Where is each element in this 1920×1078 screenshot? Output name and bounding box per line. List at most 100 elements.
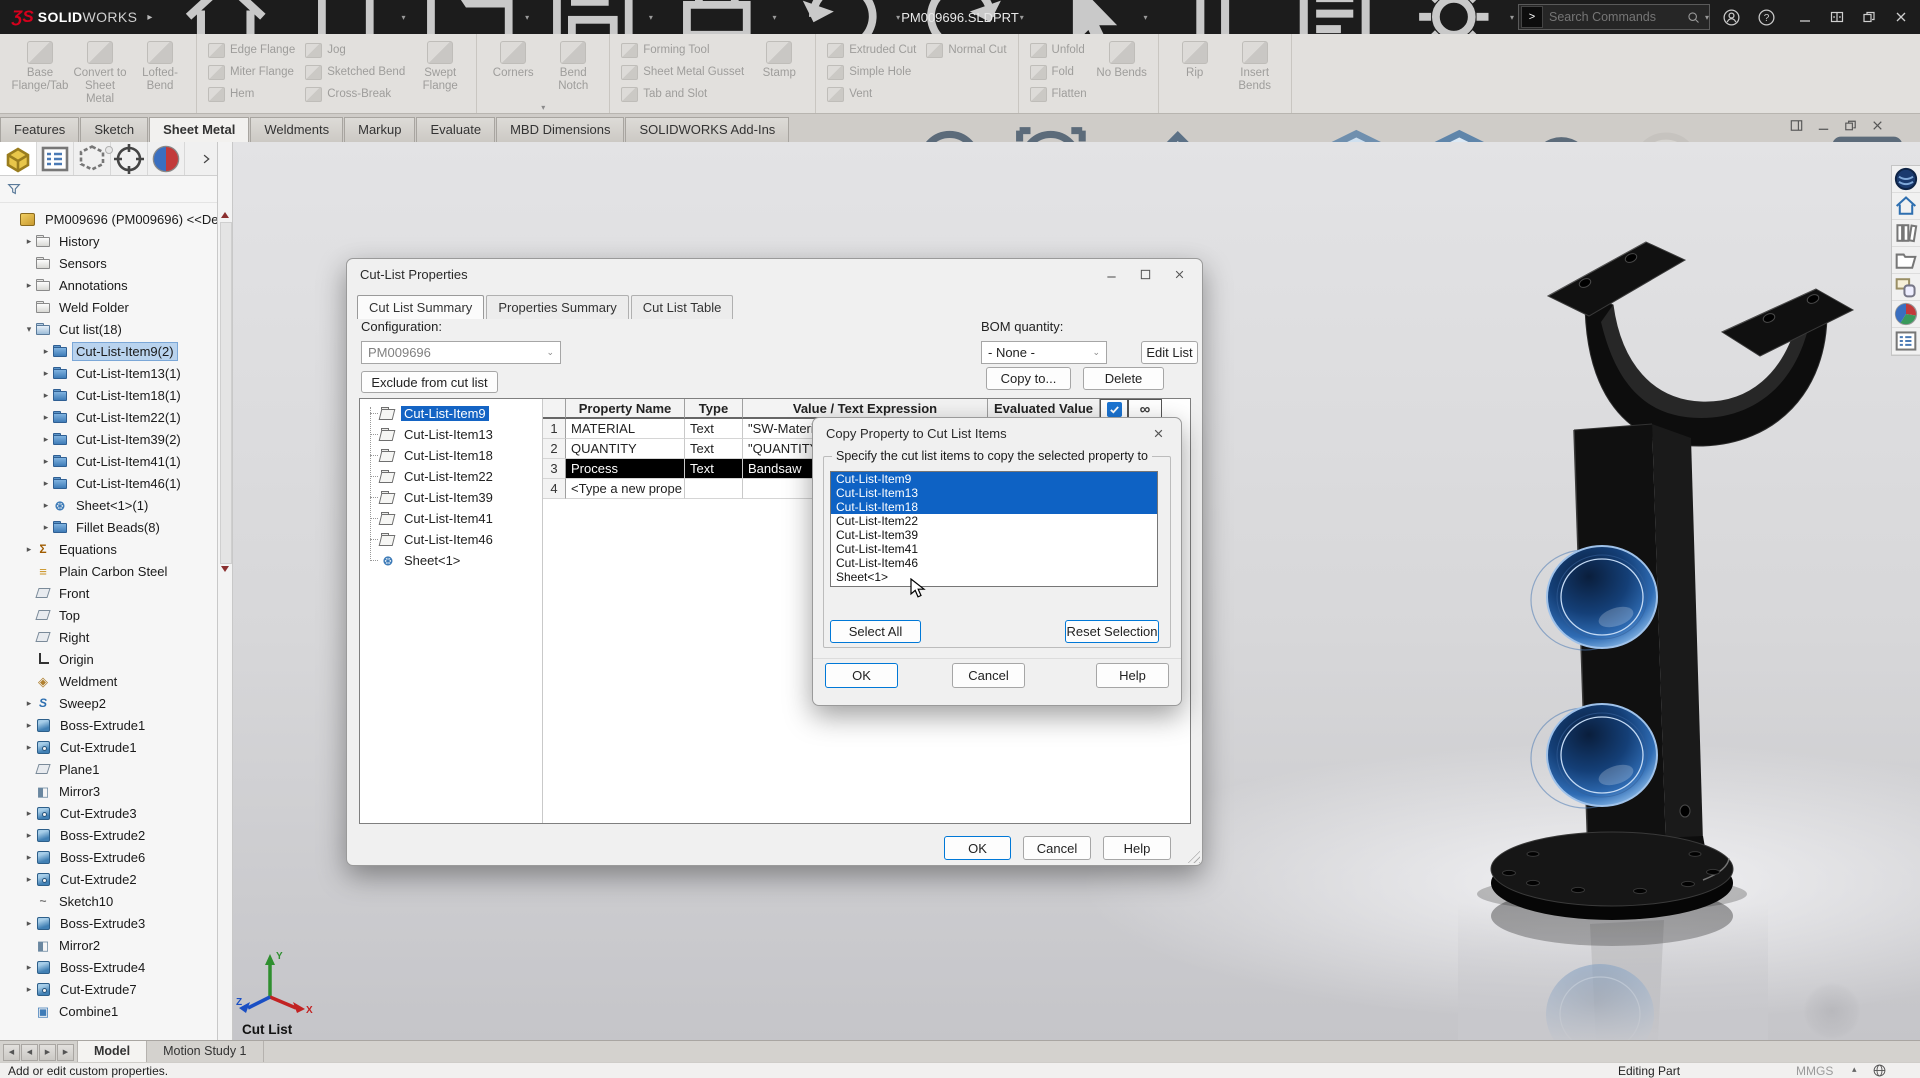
tree-item-equations[interactable]: ▸ΣEquations — [0, 538, 217, 560]
dialog-tree-item-cut-list-item13[interactable]: Cut-List-Item13 — [360, 424, 542, 445]
copy-dialog-cancel-button[interactable]: Cancel — [952, 663, 1025, 688]
dialog-tab-cut-list-table[interactable]: Cut List Table — [631, 295, 734, 319]
search-caret-icon[interactable]: ▾ — [1705, 13, 1709, 22]
delete-button[interactable]: Delete — [1083, 367, 1164, 390]
expand-arrow-icon[interactable]: ▸ — [23, 874, 35, 885]
tree-item-boss-extrude6[interactable]: ▸Boss-Extrude6 — [0, 846, 217, 868]
bom-quantity-dropdown[interactable]: - None -⌄ — [981, 341, 1107, 364]
close-document-icon[interactable] — [1869, 117, 1886, 134]
dropdown-caret-icon[interactable]: ▾ — [649, 13, 653, 22]
ribbon-button-sketched-bend[interactable]: Sketched Bend — [301, 61, 409, 83]
tree-item-top[interactable]: Top — [0, 604, 217, 626]
tree-item-cut-extrude7[interactable]: ▸Cut-Extrude7 — [0, 978, 217, 1000]
tree-item-cut-list-item9-2[interactable]: ▸Cut-List-Item9(2) — [0, 340, 217, 362]
next-tab-icon[interactable]: ▶ — [39, 1044, 56, 1061]
dropdown-caret-icon[interactable]: ▾ — [772, 13, 776, 22]
ribbon-button-cross-break[interactable]: Cross-Break — [301, 83, 409, 105]
ribbon-overflow-icon[interactable]: ▾ — [541, 103, 545, 112]
units-label[interactable]: MMGS — [1796, 1064, 1833, 1078]
dropdown-caret-icon[interactable]: ▾ — [1143, 13, 1147, 22]
expand-arrow-icon[interactable]: ▸ — [23, 698, 35, 709]
dropdown-caret-icon[interactable]: ▾ — [1510, 13, 1514, 22]
tree-item-right[interactable]: Right — [0, 626, 217, 648]
dialog-tree-item-cut-list-item9[interactable]: Cut-List-Item9 — [360, 403, 542, 424]
tree-item-boss-extrude3[interactable]: ▸Boss-Extrude3 — [0, 912, 217, 934]
search-icon[interactable] — [1686, 10, 1701, 25]
expand-arrow-icon[interactable]: ▸ — [23, 984, 35, 995]
copy-dialog-ok-button[interactable]: OK — [825, 663, 898, 688]
exclude-from-cut-list-button[interactable]: Exclude from cut list — [361, 371, 498, 393]
expand-arrow-icon[interactable]: ▸ — [23, 852, 35, 863]
expand-arrow-icon[interactable]: ▸ — [40, 346, 52, 357]
cut-list-items-listbox[interactable]: Cut-List-Item9Cut-List-Item13 Cut-List-It… — [830, 471, 1158, 587]
ribbon-button-no-bends[interactable]: No Bends — [1093, 39, 1151, 80]
view-palette-tab[interactable] — [1892, 274, 1920, 301]
ribbon-button-flatten[interactable]: Flatten — [1026, 83, 1091, 105]
list-item-cut-list-item13[interactable]: Cut-List-Item13 — [831, 486, 1157, 500]
cell-property-name[interactable]: MATERIAL — [566, 419, 685, 439]
dialog-tab-cut-list-summary[interactable]: Cut List Summary — [357, 295, 484, 319]
expand-arrow-icon[interactable]: ▸ — [23, 742, 35, 753]
tree-item-fillet-beads-8[interactable]: ▸Fillet Beads(8) — [0, 516, 217, 538]
cell-type[interactable]: Text — [685, 459, 743, 479]
dialog-tree-item-cut-list-item22[interactable]: Cut-List-Item22 — [360, 466, 542, 487]
ribbon-button-bend-notch[interactable]: Bend Notch — [544, 39, 602, 93]
list-item-cut-list-item39[interactable]: Cut-List-Item39 — [831, 528, 1157, 542]
3dexperience-tab[interactable] — [1892, 166, 1920, 193]
tree-item-cut-list-item41-1[interactable]: ▸Cut-List-Item41(1) — [0, 450, 217, 472]
cell-property-name[interactable]: <Type a new prope — [566, 479, 685, 499]
expand-arrow-icon[interactable]: ▸ — [40, 390, 52, 401]
ribbon-button-vent[interactable]: Vent — [823, 83, 920, 105]
ribbon-button-hem[interactable]: Hem — [204, 83, 299, 105]
tree-item-cut-list-item18-1[interactable]: ▸Cut-List-Item18(1) — [0, 384, 217, 406]
dialog-tree-item-cut-list-item46[interactable]: Cut-List-Item46 — [360, 529, 542, 550]
dropdown-caret-icon[interactable]: ▾ — [525, 13, 529, 22]
expand-arrow-icon[interactable]: ▸ — [40, 478, 52, 489]
panel-resize-handle[interactable] — [105, 146, 113, 154]
expand-arrow-icon[interactable]: ▸ — [23, 830, 35, 841]
tab-mbd-dimensions[interactable]: MBD Dimensions — [496, 117, 624, 142]
ribbon-button-fold[interactable]: Fold — [1026, 61, 1091, 83]
minimize-document-icon[interactable] — [1815, 117, 1832, 134]
tab-markup[interactable]: Markup — [344, 117, 415, 142]
edit-list-button[interactable]: Edit List — [1141, 341, 1198, 364]
ribbon-button-simple-hole[interactable]: Simple Hole — [823, 61, 920, 83]
tree-item-sheet-1-1[interactable]: ▸⊛Sheet<1>(1) — [0, 494, 217, 516]
first-tab-icon[interactable]: ◀ — [3, 1044, 20, 1061]
tree-item-front[interactable]: Front — [0, 582, 217, 604]
panel-flyout-arrow-icon[interactable] — [195, 142, 217, 175]
help-button[interactable]: ? — [1753, 5, 1780, 30]
dialog-tree-item-sheet-1[interactable]: ⊛Sheet<1> — [360, 550, 542, 571]
tree-item-plane1[interactable]: Plane1 — [0, 758, 217, 780]
ribbon-button-forming-tool[interactable]: Forming Tool — [617, 39, 748, 61]
cell-property-name[interactable]: Process — [566, 459, 685, 479]
tree-item-cut-list-item39-2[interactable]: ▸Cut-List-Item39(2) — [0, 428, 217, 450]
tag-icon[interactable] — [1872, 1063, 1887, 1078]
appearances-tab[interactable] — [1892, 301, 1920, 328]
ribbon-button-jog[interactable]: Jog — [301, 39, 409, 61]
ribbon-button-unfold[interactable]: Unfold — [1026, 39, 1091, 61]
tree-item-cut-list-item46-1[interactable]: ▸Cut-List-Item46(1) — [0, 472, 217, 494]
dialog-cancel-button[interactable]: Cancel — [1023, 836, 1091, 860]
ribbon-button-miter-flange[interactable]: Miter Flange — [204, 61, 299, 83]
list-item-sheet-1[interactable]: Sheet<1> — [831, 570, 1157, 584]
list-item-cut-list-item9[interactable]: Cut-List-Item9 — [831, 472, 1157, 486]
cell-type[interactable]: Text — [685, 439, 743, 459]
close-window-icon[interactable] — [1892, 8, 1910, 26]
menu-expand-icon[interactable]: ▸ — [147, 12, 152, 23]
units-caret-icon[interactable]: ▴ — [1852, 1064, 1857, 1075]
ribbon-button-extruded-cut[interactable]: Extruded Cut — [823, 39, 920, 61]
expand-arrow-icon[interactable]: ▸ — [40, 456, 52, 467]
ribbon-button-base-flange-tab[interactable]: Base Flange/Tab — [11, 39, 69, 93]
tree-item-cut-extrude3[interactable]: ▸Cut-Extrude3 — [0, 802, 217, 824]
tab-weldments[interactable]: Weldments — [250, 117, 343, 142]
tree-item-origin[interactable]: Origin — [0, 648, 217, 670]
list-item-cut-list-item46[interactable]: Cut-List-Item46 — [831, 556, 1157, 570]
list-item-cut-list-item41[interactable]: Cut-List-Item41 — [831, 542, 1157, 556]
search-commands-box[interactable]: > ▾ — [1518, 4, 1710, 30]
ribbon-button-normal-cut[interactable]: Normal Cut — [922, 39, 1010, 61]
expand-arrow-icon[interactable]: ▸ — [40, 434, 52, 445]
tab-evaluate[interactable]: Evaluate — [416, 117, 495, 142]
tree-item-mirror2[interactable]: ◧Mirror2 — [0, 934, 217, 956]
dialog-ok-button[interactable]: OK — [944, 836, 1011, 860]
